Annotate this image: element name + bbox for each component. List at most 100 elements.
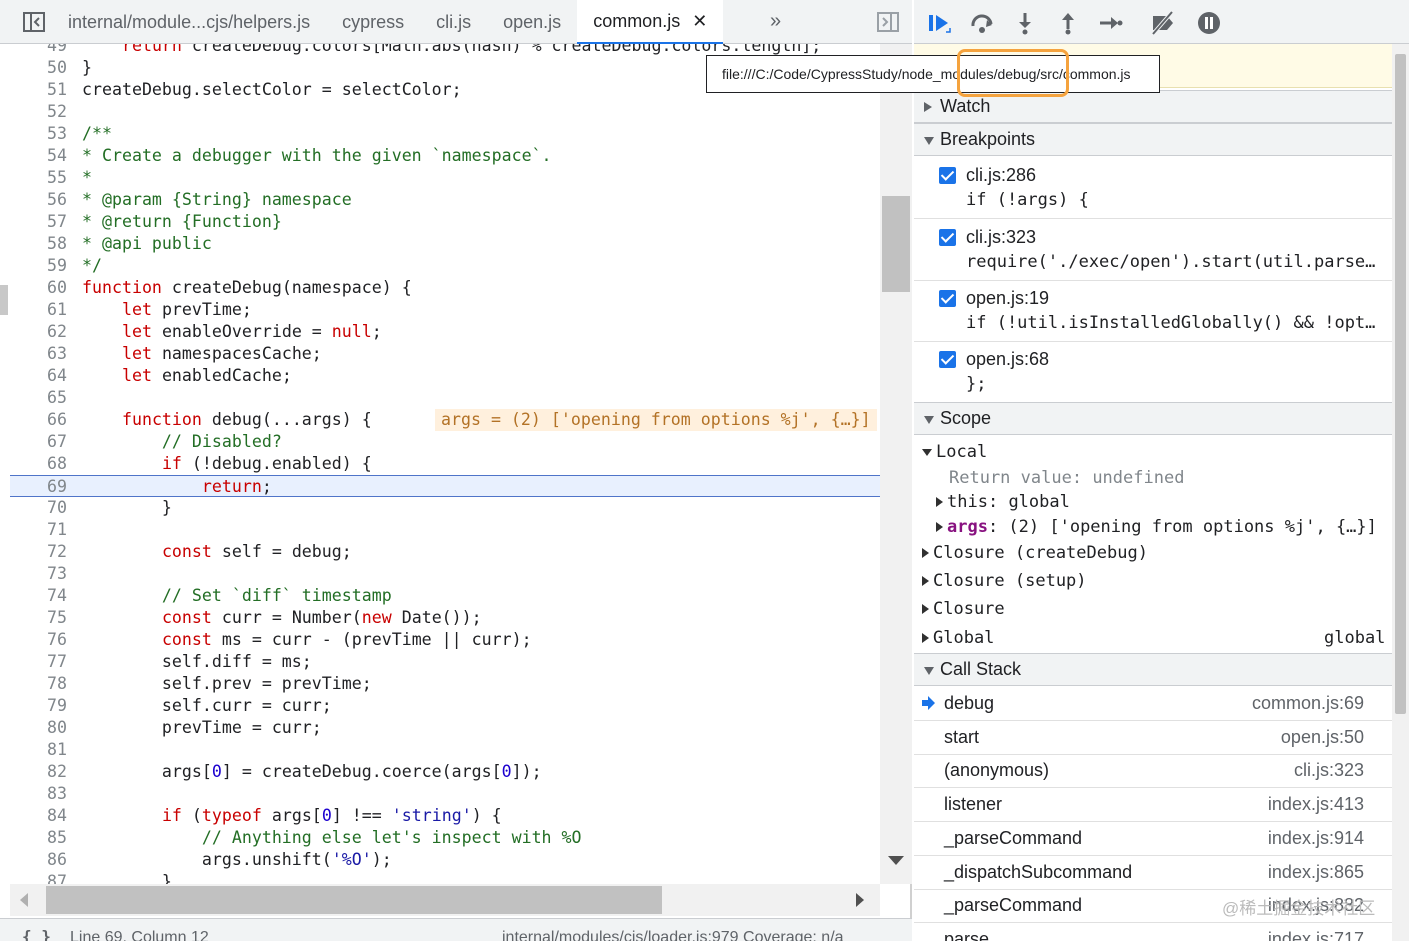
code-line[interactable]: 83 — [10, 783, 880, 805]
scope-global[interactable]: Global — [922, 627, 994, 649]
step-out-icon[interactable] — [1055, 10, 1081, 36]
tab-open[interactable]: open.js — [487, 0, 577, 44]
breakpoint-item[interactable]: cli.js:286 if (!args) { — [914, 157, 1392, 219]
sidebar-scrollbar[interactable] — [1392, 44, 1409, 941]
line-number[interactable]: 51 — [10, 79, 67, 101]
code-line[interactable]: 71 — [10, 519, 880, 541]
code-line[interactable]: 72 const self = debug; — [10, 541, 880, 563]
line-number[interactable]: 72 — [10, 541, 67, 563]
scrollbar-thumb[interactable] — [882, 196, 910, 292]
line-number[interactable]: 63 — [10, 343, 67, 365]
scope-closure-createdebug[interactable]: Closure (createDebug) — [922, 542, 1148, 564]
line-number[interactable]: 67 — [10, 431, 67, 453]
line-number[interactable]: 80 — [10, 717, 67, 739]
step-over-icon[interactable] — [969, 10, 995, 36]
line-number[interactable]: 49 — [10, 44, 67, 57]
frame-location[interactable]: open.js:50 — [1281, 727, 1364, 748]
code-line[interactable]: 53 /** — [10, 123, 880, 145]
call-frame[interactable]: start open.js:50 — [914, 721, 1392, 755]
code-line[interactable]: 63 let namespacesCache; — [10, 343, 880, 365]
code-line[interactable]: 64 let enabledCache; — [10, 365, 880, 387]
line-number[interactable]: 65 — [10, 387, 67, 409]
code-line[interactable]: 76 const ms = curr - (prevTime || curr); — [10, 629, 880, 651]
code-line[interactable]: 78 self.prev = prevTime; — [10, 673, 880, 695]
code-line[interactable]: 60 function createDebug(namespace) { — [10, 277, 880, 299]
code-line[interactable]: 69 return; — [10, 475, 880, 497]
frame-location[interactable]: index.js:914 — [1268, 828, 1364, 849]
code-line[interactable]: 84 if (typeof args[0] !== 'string') { — [10, 805, 880, 827]
line-number[interactable]: 53 — [10, 123, 67, 145]
call-frame[interactable]: _dispatchSubcommand index.js:865 — [914, 856, 1392, 890]
code-line[interactable]: 61 let prevTime; — [10, 299, 880, 321]
code-line[interactable]: 80 prevTime = curr; — [10, 717, 880, 739]
breakpoints-section-header[interactable]: Breakpoints — [914, 123, 1392, 156]
breakpoint-item[interactable]: open.js:68 }; — [914, 341, 1392, 403]
toggle-debugger-sidebar-icon[interactable] — [876, 10, 900, 34]
pretty-print-icon[interactable]: { } — [22, 927, 51, 941]
line-number[interactable]: 75 — [10, 607, 67, 629]
line-number[interactable]: 58 — [10, 233, 67, 255]
frame-location[interactable]: index.js:413 — [1268, 794, 1364, 815]
line-number[interactable]: 66 — [10, 409, 67, 431]
line-number[interactable]: 79 — [10, 695, 67, 717]
line-number[interactable]: 86 — [10, 849, 67, 871]
code-line[interactable]: 54 * Create a debugger with the given `na… — [10, 145, 880, 167]
line-number[interactable]: 81 — [10, 739, 67, 761]
scroll-down-icon[interactable] — [888, 856, 904, 865]
code-line[interactable]: 52 — [10, 101, 880, 123]
toggle-navigator-icon[interactable] — [22, 10, 46, 34]
tab-helpers[interactable]: internal/module...cjs/helpers.js — [52, 0, 326, 44]
call-frame[interactable]: (anonymous) cli.js:323 — [914, 754, 1392, 789]
tab-cli[interactable]: cli.js — [420, 0, 487, 44]
scope-local[interactable]: Local — [922, 441, 987, 463]
code-line[interactable]: 67 // Disabled? — [10, 431, 880, 453]
code-line[interactable]: 81 — [10, 739, 880, 761]
checkbox-checked-icon[interactable] — [939, 290, 956, 307]
horizontal-scrollbar[interactable] — [10, 884, 880, 916]
line-number[interactable]: 62 — [10, 321, 67, 343]
checkbox-checked-icon[interactable] — [939, 167, 956, 184]
checkbox-checked-icon[interactable] — [939, 351, 956, 368]
line-number[interactable]: 69 — [10, 476, 67, 498]
more-tabs-icon[interactable]: » — [770, 10, 781, 33]
line-number[interactable]: 70 — [10, 497, 67, 519]
code-view[interactable]: 49 return createDebug.colors[Math.abs(ha… — [10, 44, 880, 884]
line-number[interactable]: 87 — [10, 871, 67, 884]
code-line[interactable]: 82 args[0] = createDebug.coerce(args[0])… — [10, 761, 880, 783]
vertical-scrollbar[interactable] — [880, 44, 912, 884]
code-line[interactable]: 85 // Anything else let's inspect with %… — [10, 827, 880, 849]
scroll-left-icon[interactable] — [20, 893, 28, 907]
scope-this[interactable]: this: global — [936, 491, 1070, 513]
resume-icon[interactable] — [926, 10, 952, 36]
code-line[interactable]: 58 * @api public — [10, 233, 880, 255]
scope-args[interactable]: args: (2) ['opening from options %j', {…… — [936, 516, 1377, 538]
deactivate-breakpoints-icon[interactable] — [1150, 10, 1176, 36]
step-icon[interactable] — [1097, 10, 1123, 36]
code-line[interactable]: 57 * @return {Function} — [10, 211, 880, 233]
line-number[interactable]: 74 — [10, 585, 67, 607]
line-number[interactable]: 61 — [10, 299, 67, 321]
tab-common[interactable]: common.js ✕ — [577, 0, 724, 44]
scrollbar-thumb[interactable] — [46, 886, 662, 914]
frame-location[interactable]: cli.js:323 — [1294, 760, 1364, 781]
line-number[interactable]: 56 — [10, 189, 67, 211]
call-frame[interactable]: parse index.js:717 — [914, 923, 1392, 941]
line-number[interactable]: 55 — [10, 167, 67, 189]
line-number[interactable]: 60 — [10, 277, 67, 299]
resize-handle[interactable] — [0, 285, 8, 315]
scrollbar-thumb[interactable] — [1395, 54, 1406, 714]
line-number[interactable]: 82 — [10, 761, 67, 783]
line-number[interactable]: 76 — [10, 629, 67, 651]
call-frame[interactable]: debug common.js:69 — [914, 687, 1392, 721]
breakpoint-item[interactable]: open.js:19 if (!util.isInstalledGlobally… — [914, 280, 1392, 342]
code-line[interactable]: 68 if (!debug.enabled) { — [10, 453, 880, 475]
scope-return-value[interactable]: Return value: undefined — [949, 467, 1184, 489]
line-number[interactable]: 85 — [10, 827, 67, 849]
code-line[interactable]: 73 — [10, 563, 880, 585]
call-frame[interactable]: listener index.js:413 — [914, 788, 1392, 823]
scope-section-header[interactable]: Scope — [914, 402, 1392, 435]
code-line[interactable]: 62 let enableOverride = null; — [10, 321, 880, 343]
code-line[interactable]: 87 } — [10, 871, 880, 884]
line-number[interactable]: 84 — [10, 805, 67, 827]
line-number[interactable]: 68 — [10, 453, 67, 475]
